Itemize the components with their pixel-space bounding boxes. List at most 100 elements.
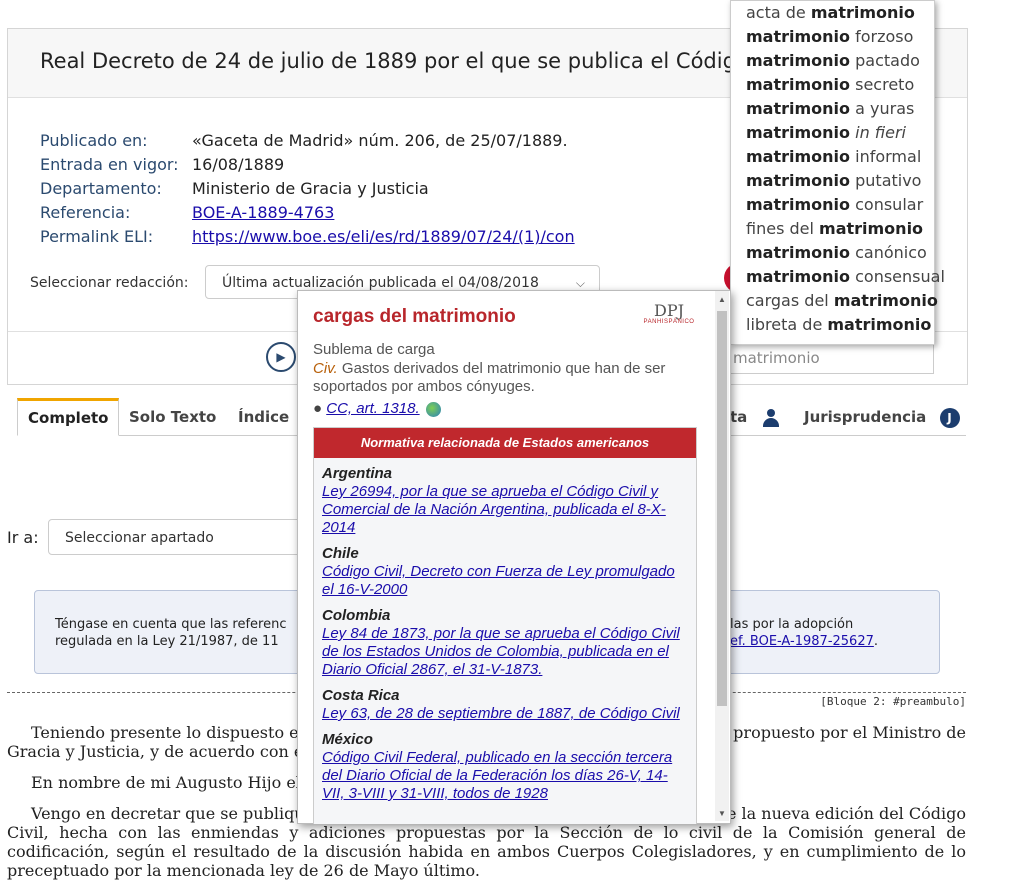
popup-scrollbar[interactable]: ▲ ▼ [715, 291, 729, 821]
autocomplete-item[interactable]: cargas del matrimonio [731, 289, 938, 313]
item-match: matrimonio [833, 291, 938, 310]
item-match: matrimonio [810, 3, 915, 22]
autocomplete-item[interactable]: matrimonio putativo [731, 169, 934, 193]
p3-text-a: Vengo en decretar que se publiqu [31, 804, 305, 823]
law-item: Código Civil Federal, publicado en la se… [322, 749, 688, 803]
scroll-thumb[interactable] [717, 311, 727, 706]
country-name: México [322, 731, 373, 748]
p1-text-c: Gracia y Justicia, y de acuerdo con e [7, 742, 304, 761]
item-suffix: in fieri [850, 123, 906, 142]
item-match: matrimonio [746, 243, 851, 262]
search-input[interactable]: matrimonio [724, 342, 934, 374]
jurisprudencia-icon: J [939, 407, 960, 428]
select-redaccion-label: Seleccionar redacción: [30, 275, 189, 291]
item-prefix: fines del [746, 219, 820, 238]
definition-popup: cargas del matrimonio DPJ PANHISPÁNICO S… [297, 290, 731, 824]
popup-title: cargas del matrimonio [313, 306, 516, 327]
country-name: Argentina [322, 465, 393, 482]
autocomplete-item[interactable]: acta de matrimonio [731, 1, 934, 25]
goto-label: Ir a: [7, 528, 39, 547]
item-suffix: secreto [850, 75, 915, 94]
p3-text-c: Civil, hecha con las enmiendas y adicion… [7, 823, 966, 880]
autocomplete-item[interactable]: matrimonio informal [731, 145, 934, 169]
autocomplete-item[interactable]: fines del matrimonio [731, 217, 934, 241]
item-suffix: informal [850, 147, 922, 166]
item-suffix: canónico [850, 243, 927, 262]
meta-value: 16/08/1889 [192, 155, 285, 174]
video-icon[interactable]: ▶ [266, 342, 296, 372]
law-link[interactable]: Ley 84 de 1873, por la que se aprueba el… [322, 625, 680, 678]
notice-text-end: ef. BOE-A-1987-25627. [730, 633, 878, 650]
law-item: Ley 84 de 1873, por la que se aprueba el… [322, 625, 688, 679]
reference-link[interactable]: CC, art. 1318. [326, 400, 419, 417]
block-label: [Bloque 2: #preambulo] [820, 695, 966, 708]
tab-completo[interactable]: Completo [17, 398, 120, 436]
dpj-logo: DPJ PANHISPÁNICO [643, 303, 695, 333]
item-match: matrimonio [746, 51, 851, 70]
globe-icon[interactable] [425, 401, 441, 417]
item-suffix: a yuras [850, 99, 915, 118]
scroll-down-icon[interactable]: ▼ [718, 809, 726, 818]
item-match: matrimonio [746, 267, 851, 286]
item-match: matrimonio [746, 147, 851, 166]
autocomplete-item[interactable]: matrimonio a yuras [731, 97, 934, 121]
notice-link[interactable]: ef. BOE-A-1987-25627 [730, 634, 874, 649]
autocomplete-item[interactable]: matrimonio secreto [731, 73, 934, 97]
autocomplete-item[interactable]: matrimonio forzoso [731, 25, 934, 49]
tab-solo-texto[interactable]: Solo Texto [129, 398, 216, 434]
meta-row-departamento: Departamento: Ministerio de Gracia y Jus… [40, 177, 575, 201]
law-item: Código Civil, Decreto con Fuerza de Ley … [322, 563, 688, 599]
item-match: matrimonio [746, 75, 851, 94]
notice-text: Téngase en cuenta que las referenc [55, 617, 287, 632]
autocomplete-item[interactable]: matrimonio in fieri [731, 121, 934, 145]
law-item: Ley 26994, por la que se aprueba el Códi… [322, 483, 688, 537]
popup-reference: ● CC, art. 1318. [313, 400, 441, 417]
goto-select[interactable]: Seleccionar apartado [48, 519, 318, 555]
item-suffix: putativo [850, 171, 922, 190]
law-link[interactable]: Ley 26994, por la que se aprueba el Códi… [322, 483, 666, 536]
autocomplete-item[interactable]: matrimonio pactado [731, 49, 934, 73]
referencia-link[interactable]: BOE-A-1889-4763 [192, 201, 334, 225]
autocomplete-item[interactable]: matrimonio consular [731, 193, 934, 217]
meta-label: Departamento: [40, 179, 162, 198]
tab-indice[interactable]: Índice [238, 398, 289, 434]
item-prefix: acta de [746, 3, 811, 22]
law-link[interactable]: Ley 63, de 28 de septiembre de 1887, de … [322, 705, 680, 722]
eli-link[interactable]: https://www.boe.es/eli/es/rd/1889/07/24/… [192, 225, 575, 249]
law-link[interactable]: Código Civil, Decreto con Fuerza de Ley … [322, 563, 675, 598]
tab-jurisprudencia-label: Jurisprudencia [804, 408, 927, 426]
normativa-header: Normativa relacionada de Estados america… [314, 428, 696, 458]
meta-value: Ministerio de Gracia y Justicia [192, 179, 429, 198]
meta-row-eli: Permalink ELI: https://www.boe.es/eli/es… [40, 225, 575, 249]
p3-text-b: e la nueva edición del Código [727, 804, 966, 823]
law-link[interactable]: Código Civil Federal, publicado en la se… [322, 749, 672, 802]
item-suffix: pactado [850, 51, 920, 70]
metadata-list: Publicado en: «Gaceta de Madrid» núm. 20… [40, 129, 575, 249]
tab-jurisprudencia[interactable]: Jurisprudencia J [804, 398, 960, 434]
tab-analisis-label: ta [730, 408, 748, 426]
popup-definition: Civ. Gastos derivados del matrimonio que… [313, 360, 703, 396]
notice-text: regulada en la Ley 21/1987, de 11 [55, 634, 279, 649]
normativa-list: Argentina Ley 26994, por la que se aprueb… [314, 458, 696, 824]
meta-label: Permalink ELI: [40, 227, 154, 246]
scroll-up-icon[interactable]: ▲ [718, 295, 726, 304]
item-suffix: consensual [850, 267, 945, 286]
autocomplete-item[interactable]: libreta de matrimonio [731, 313, 934, 337]
popup-sublema: Sublema de carga [313, 341, 435, 358]
autocomplete-item[interactable]: matrimonio consensual [731, 265, 945, 289]
civ-tag: Civ. [313, 360, 338, 377]
tab-analisis[interactable]: ta [730, 398, 781, 434]
person-icon [761, 408, 781, 428]
item-match: matrimonio [746, 99, 851, 118]
meta-label: Entrada en vigor: [40, 155, 179, 174]
law-item: Ley 63, de 28 de septiembre de 1887, de … [322, 705, 688, 723]
meta-row-vigor: Entrada en vigor: 16/08/1889 [40, 153, 575, 177]
item-prefix: cargas del [746, 291, 834, 310]
autocomplete-dropdown: acta de matrimonio matrimonio forzoso matr… [730, 0, 945, 345]
autocomplete-item[interactable]: matrimonio canónico [731, 241, 934, 265]
normativa-box: Normativa relacionada de Estados america… [313, 427, 697, 824]
country-name: Colombia [322, 607, 391, 624]
item-suffix: consular [850, 195, 924, 214]
country-name: Costa Rica [322, 687, 400, 704]
meta-label: Referencia: [40, 203, 131, 222]
